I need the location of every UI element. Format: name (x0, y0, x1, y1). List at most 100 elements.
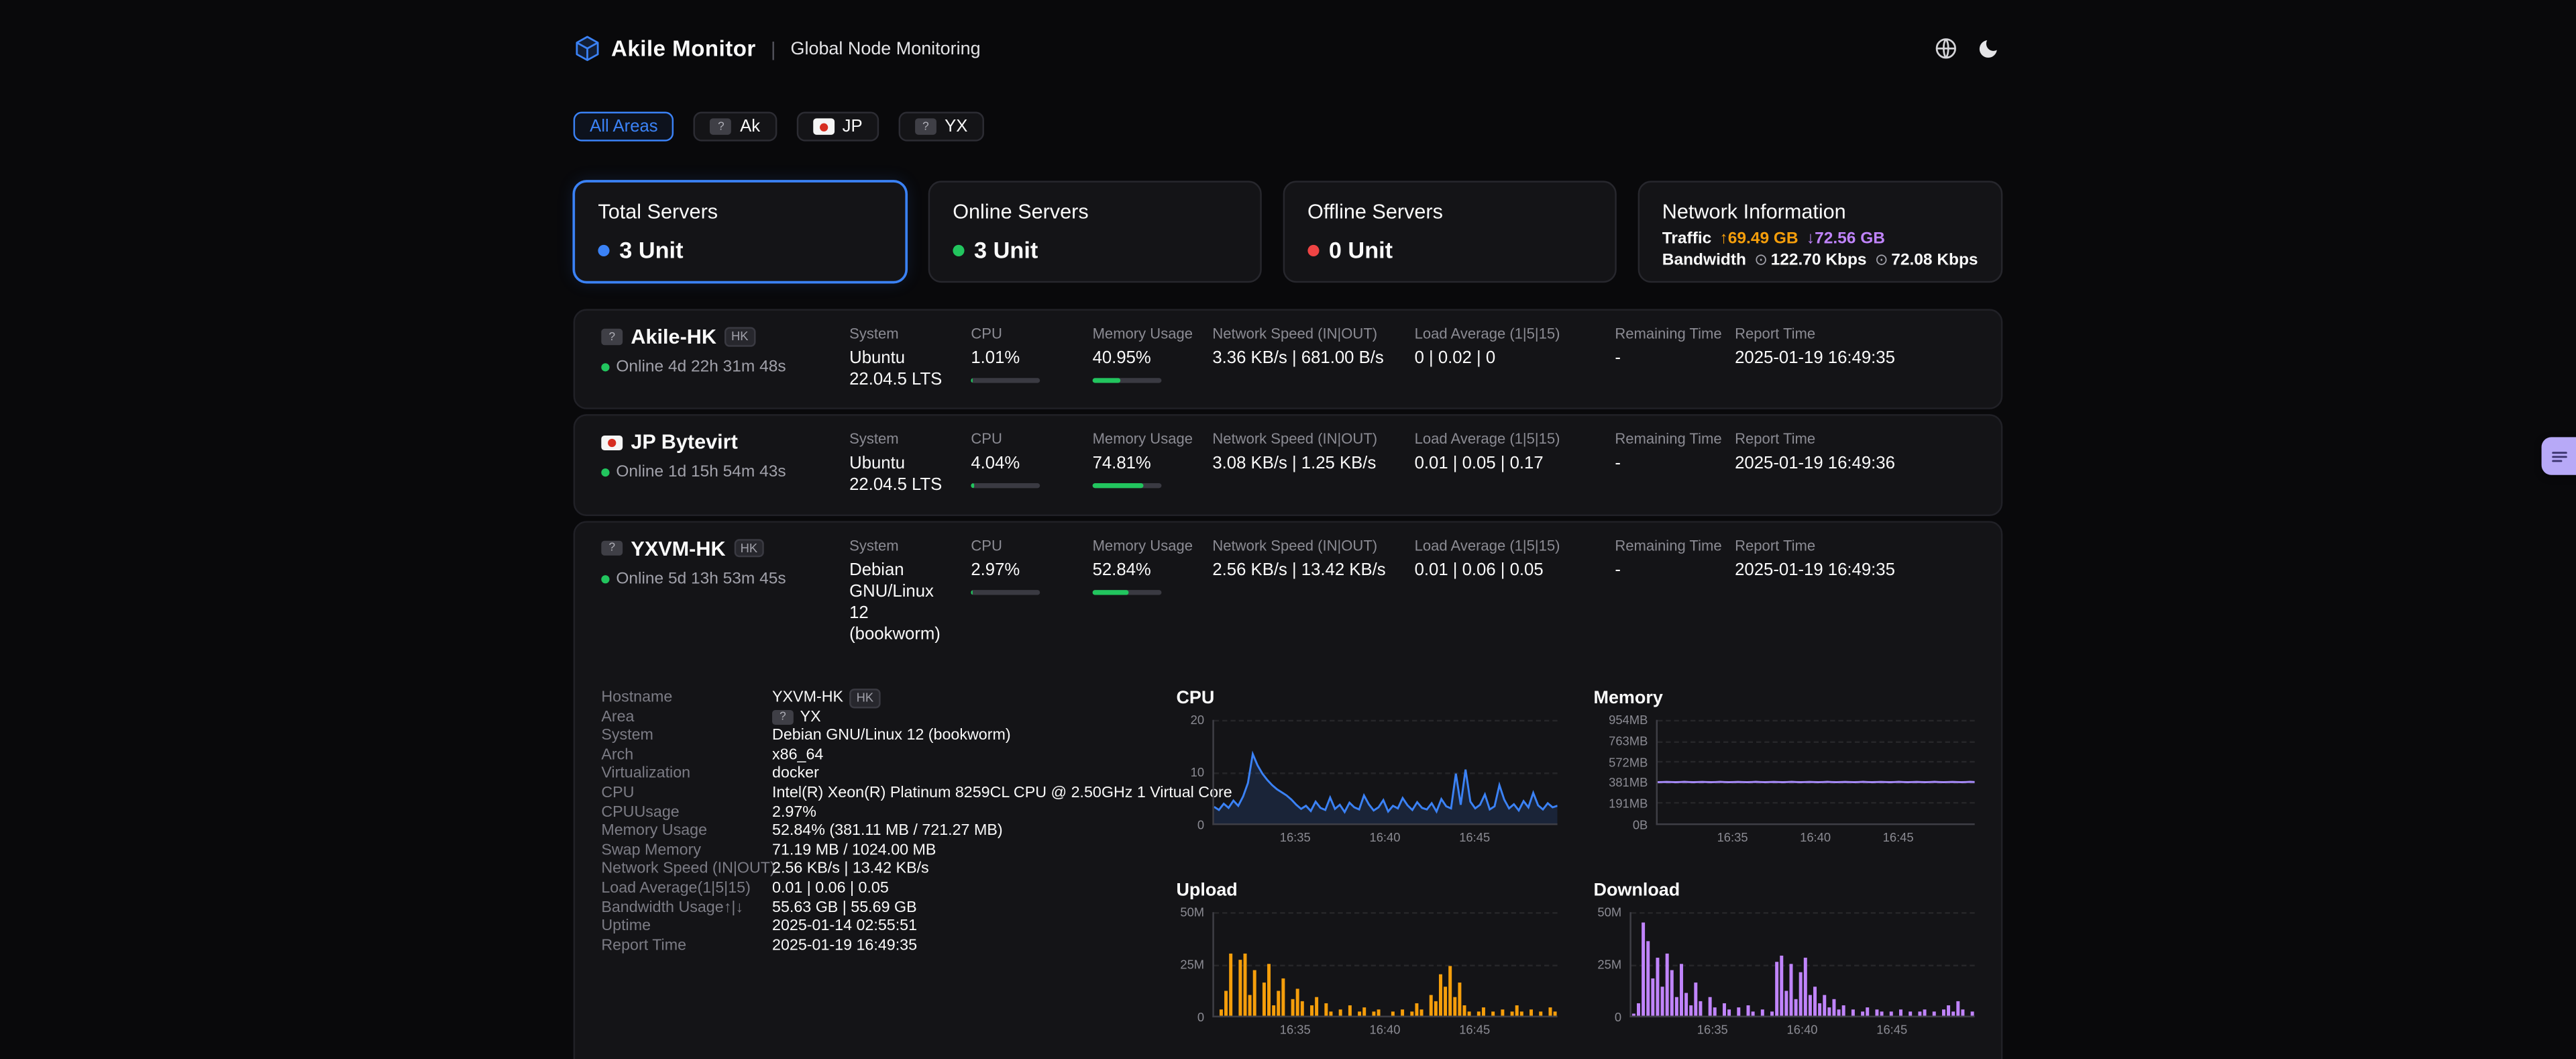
detail-label: CPUUsage (601, 803, 772, 821)
col-system: SystemDebian GNU/Linux 12 (bookworm) (849, 537, 971, 646)
stat-card-total[interactable]: Total Servers 3 Unit (574, 181, 907, 283)
stat-value: 3 Unit (619, 237, 683, 263)
detail-row-report-time: Report Time2025-01-19 16:49:35 (601, 936, 1176, 955)
stat-title: Online Servers (953, 201, 1236, 223)
traffic-up-value: ↑69.49 GB (1720, 230, 1799, 248)
col-report: Report Time2025-01-19 16:49:36 (1735, 431, 1975, 475)
traffic-line: Traffic ↑69.49 GB ↓72.56 GB (1662, 230, 1978, 248)
col-value: 0.01 | 0.06 | 0.05 (1415, 560, 1599, 581)
col-cpu: CPU1.01% (971, 325, 1092, 383)
server-group-akile-hk: ?Akile-HKHKOnline 4d 22h 31m 48sSystemUb… (574, 309, 2003, 409)
server-name: JP Bytevirt (631, 431, 737, 454)
col-system: SystemUbuntu 22.04.5 LTS (849, 431, 971, 497)
bandwidth-label: Bandwidth (1662, 252, 1746, 270)
col-value: 1.01% (971, 348, 1076, 370)
detail-row-virtualization: Virtualizationdocker (601, 765, 1176, 784)
x-tick-label: 16:40 (1787, 1022, 1818, 1037)
detail-label: Bandwidth Usage↑|↓ (601, 898, 772, 917)
tab-ak[interactable]: ?Ak (694, 112, 777, 142)
memory-progress-bar (1093, 484, 1162, 489)
detail-value: 2025-01-19 16:49:35 (772, 936, 917, 955)
col-label: Report Time (1735, 325, 1958, 342)
tab-yx[interactable]: ?YX (899, 112, 984, 142)
server-row-akile-hk[interactable]: ?Akile-HKHKOnline 4d 22h 31m 48sSystemUb… (575, 311, 2001, 408)
col-value: 0 | 0.02 | 0 (1415, 348, 1599, 370)
col-label: Network Speed (IN|OUT) (1212, 537, 1398, 553)
col-load: Load Average (1|5|15) 0 | 0.02 | 0 (1415, 325, 1615, 370)
stat-card-online[interactable]: Online Servers 3 Unit (928, 181, 1261, 283)
server-identity: JP Bytevirt Online 1d 15h 54m 43s (601, 431, 849, 482)
col-value: 40.95% (1093, 348, 1196, 370)
col-network: Network Speed (IN|OUT)2.56 KB/s | 13.42 … (1212, 537, 1414, 581)
col-label: Memory Usage (1093, 431, 1196, 447)
detail-value: 2025-01-14 02:55:51 (772, 917, 917, 936)
japan-flag-icon (813, 119, 835, 134)
server-uptime: Online 1d 15h 54m 43s (616, 464, 786, 482)
detail-label: CPU (601, 784, 772, 803)
stat-card-offline[interactable]: Offline Servers 0 Unit (1283, 181, 1616, 283)
x-tick-label: 16:40 (1369, 830, 1400, 845)
bandwidth-up: ⊙122.70 Kbps (1754, 252, 1866, 270)
col-network: Network Speed (IN|OUT)3.08 KB/s | 1.25 K… (1212, 431, 1414, 475)
chart-y-axis: 025M50M (1176, 912, 1212, 1017)
memory-progress-bar (1093, 589, 1162, 594)
floating-widget-button[interactable] (2542, 437, 2576, 474)
server-identity: ?YXVM-HKHKOnline 5d 13h 53m 45s (601, 537, 849, 588)
x-tick-label: 16:45 (1459, 1022, 1490, 1037)
server-row-yxvm-hk[interactable]: ?YXVM-HKHKOnline 5d 13h 53m 45sSystemDeb… (575, 522, 2001, 662)
unknown-flag-icon: ? (710, 119, 732, 134)
language-button[interactable] (1932, 34, 1960, 62)
chart-plot-area (1629, 912, 1974, 1017)
tab-jp[interactable]: JP (796, 112, 879, 142)
detail-value: docker (772, 765, 819, 784)
y-tick-label: 572MB (1609, 754, 1648, 769)
server-uptime: Online 4d 22h 31m 48s (616, 358, 786, 376)
detail-row-memory-usage: Memory Usage52.84% (381.11 MB / 721.27 M… (601, 822, 1176, 841)
col-label: Network Speed (IN|OUT) (1212, 325, 1398, 342)
region-badge: HK (724, 327, 755, 346)
detail-row-load-average-1-5-15: Load Average(1|5|15)0.01 | 0.06 | 0.05 (601, 879, 1176, 898)
col-label: Load Average (1|5|15) (1415, 325, 1599, 342)
chart-title: Memory (1594, 689, 1975, 708)
theme-toggle-button[interactable] (1975, 34, 2003, 62)
col-value: 2025-01-19 16:49:35 (1735, 348, 1958, 370)
page: Akile Monitor | Global Node Monitoring (0, 0, 2576, 1059)
detail-row-system: SystemDebian GNU/Linux 12 (bookworm) (601, 727, 1176, 746)
detail-value: 0.01 | 0.06 | 0.05 (772, 879, 889, 898)
detail-row-uptime: Uptime2025-01-14 02:55:51 (601, 917, 1176, 936)
chart-cpu: CPU0102016:3516:4016:45 (1176, 689, 1557, 848)
chart-canvas-download (1631, 912, 1975, 1015)
col-label: System (849, 325, 955, 342)
server-name: Akile-HK (631, 325, 716, 348)
offline-dot-icon (1307, 244, 1319, 256)
detail-value: 2.97% (772, 803, 816, 821)
chart-plot-area (1656, 720, 1975, 825)
server-details: HostnameYXVM-HKHKArea?YXSystemDebian GNU… (575, 662, 2001, 1059)
chart-y-axis: 025M50M (1594, 912, 1630, 1017)
cpu-progress-bar (971, 484, 1040, 489)
stats-cards: Total Servers 3 Unit Online Servers 3 Un… (574, 181, 2003, 283)
detail-row-network-speed-in-out: Network Speed (IN|OUT)2.56 KB/s | 13.42 … (601, 860, 1176, 879)
floating-widget-icon (2549, 446, 2569, 466)
detail-label: Load Average(1|5|15) (601, 879, 772, 898)
online-status-dot (601, 469, 609, 477)
detail-value: YXVM-HKHK (772, 689, 880, 707)
online-status-dot (601, 363, 609, 371)
app-logo-cube-icon (574, 34, 602, 62)
tab-all-areas[interactable]: All Areas (574, 112, 674, 142)
detail-value: 71.19 MB / 1024.00 MB (772, 841, 936, 860)
chart-memory: Memory0B191MB381MB572MB763MB954MB16:3516… (1594, 689, 1975, 848)
col-value: 4.04% (971, 454, 1076, 476)
server-row-jp-bytevirt[interactable]: JP Bytevirt Online 1d 15h 54m 43s SystemUb… (575, 416, 2001, 513)
col-network: Network Speed (IN|OUT)3.36 KB/s | 681.00… (1212, 325, 1414, 370)
header-actions (1932, 34, 2002, 62)
col-value: - (1615, 560, 1718, 581)
stat-value: 3 Unit (974, 237, 1038, 263)
cpu-progress-bar (971, 589, 1040, 594)
detail-value: Intel(R) Xeon(R) Platinum 8259CL CPU @ 2… (772, 784, 1232, 803)
col-report: Report Time2025-01-19 16:49:35 (1735, 537, 1975, 581)
server-name: YXVM-HK (631, 537, 725, 560)
server-list: ?Akile-HKHKOnline 4d 22h 31m 48sSystemUb… (574, 309, 2003, 1059)
server-group-jp-bytevirt: JP Bytevirt Online 1d 15h 54m 43s SystemUb… (574, 415, 2003, 515)
region-badge: HK (734, 539, 764, 558)
